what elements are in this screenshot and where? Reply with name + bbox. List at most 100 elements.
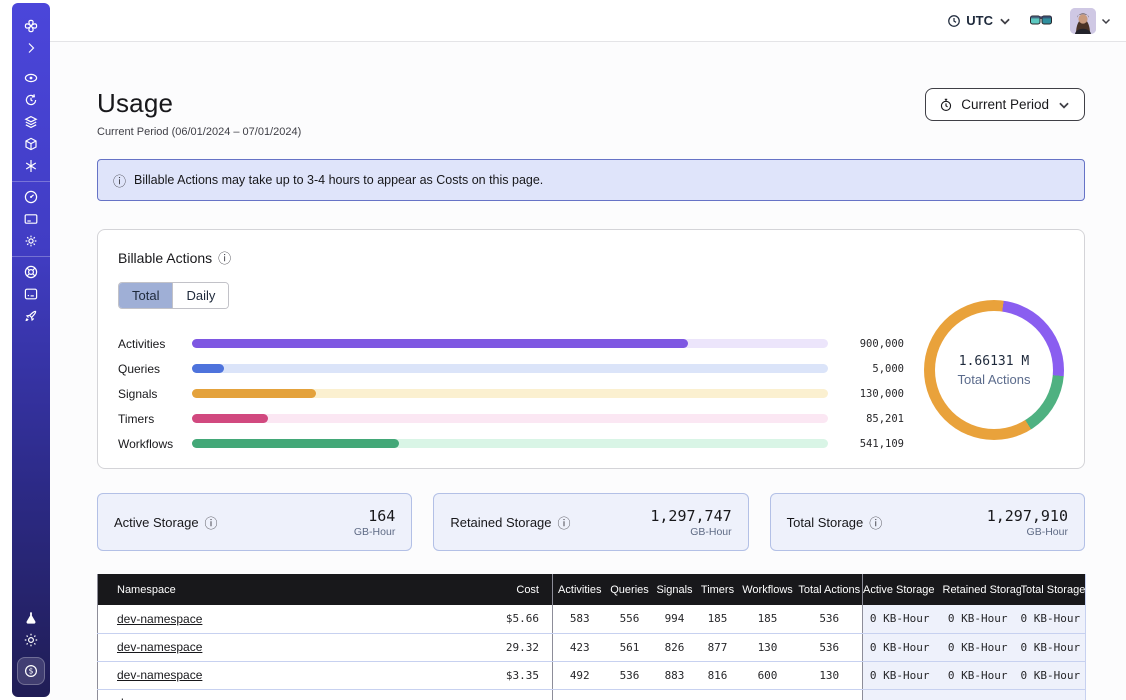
bar-value: 900,000	[840, 338, 904, 350]
storage-card-active-storage: Active Storageⓘ164GB-Hour	[97, 493, 412, 551]
terminal-icon	[23, 286, 39, 302]
cell-active-storage: 0 KB-Hour	[863, 605, 943, 633]
namespace-cell: dev-namespace	[98, 689, 448, 700]
cell-timers	[697, 689, 739, 700]
nav-billing[interactable]	[16, 208, 46, 230]
nav-layers[interactable]	[16, 111, 46, 133]
rocket-icon	[23, 308, 39, 324]
timezone-selector[interactable]: UTC	[947, 13, 1012, 28]
namespace-link[interactable]: dev-namespace	[117, 612, 202, 626]
column-header-cost: Cost	[448, 574, 553, 605]
main-content: Usage Current Period (06/01/2024 – 07/01…	[50, 42, 1126, 700]
total-daily-toggle: Total Daily	[118, 282, 229, 309]
cell-active-storage: 0 KB-Hour	[863, 633, 943, 661]
cell-cost: $5.66	[448, 605, 553, 633]
cell-total-actions	[797, 689, 863, 700]
nav-nexus[interactable]	[16, 155, 46, 177]
top-bar: UTC	[50, 0, 1126, 42]
namespace-link[interactable]: dev-namespace	[117, 668, 202, 682]
nav-theme-toggle[interactable]	[16, 629, 46, 651]
total-actions-label: Total Actions	[958, 372, 1031, 387]
period-dropdown-label: Current Period	[961, 97, 1049, 112]
period-dropdown-button[interactable]: Current Period	[925, 88, 1085, 121]
storage-card-value: 1,297,747	[650, 507, 731, 525]
cell-cost	[448, 689, 553, 700]
nav-history[interactable]	[16, 89, 46, 111]
nav-getting-started[interactable]	[16, 305, 46, 327]
nav-labs[interactable]	[16, 607, 46, 629]
page-subtitle: Current Period (06/01/2024 – 07/01/2024)	[97, 126, 301, 138]
nav-docs[interactable]	[16, 283, 46, 305]
bar-label: Activities	[118, 337, 180, 351]
coin-icon: $	[23, 663, 39, 679]
nav-support[interactable]	[16, 261, 46, 283]
cell-total-actions: 536	[797, 605, 863, 633]
namespace-cell: dev-namespace	[98, 661, 448, 689]
storage-card-unit: GB-Hour	[650, 526, 731, 538]
cell-timers: 816	[697, 661, 739, 689]
layers-icon	[23, 114, 39, 130]
info-banner: ⓘ Billable Actions may take up to 3-4 ho…	[97, 159, 1085, 201]
storage-card-total-storage: Total Storageⓘ1,297,910GB-Hour	[770, 493, 1085, 551]
cell-retained-storage: 0 KB-Hour	[943, 633, 1021, 661]
bar-row-queries: Queries5,000	[118, 356, 904, 381]
nav-temporal-logo[interactable]	[16, 15, 46, 37]
namespace-link[interactable]: dev-namespace	[117, 640, 202, 654]
gear-icon	[23, 233, 39, 249]
cell-active-storage: 0 KB-Hour	[863, 661, 943, 689]
user-menu[interactable]	[1070, 8, 1112, 34]
bar-track	[192, 389, 828, 398]
info-icon[interactable]: ⓘ	[558, 513, 571, 532]
nav-namespaces[interactable]	[16, 67, 46, 89]
nav-deployments[interactable]	[16, 133, 46, 155]
glasses-icon	[1030, 14, 1052, 28]
nav-settings[interactable]	[16, 230, 46, 252]
cell-cost: $3.35	[448, 661, 553, 689]
bar-label: Timers	[118, 412, 180, 426]
cell-total-storage	[1021, 689, 1086, 700]
cell-activities: 492	[553, 661, 607, 689]
column-header-namespace: Namespace	[98, 574, 448, 605]
storage-card-value: 1,297,910	[987, 507, 1068, 525]
nav-usage[interactable]	[16, 186, 46, 208]
cell-timers: 185	[697, 605, 739, 633]
cell-total-actions: 130	[797, 661, 863, 689]
bar-value: 85,201	[840, 413, 904, 425]
table-row: dev-namespace29.324235618268771305360 KB…	[98, 633, 1086, 661]
column-header-retained-storage: Retained Storage	[943, 574, 1021, 605]
column-header-workflows: Workflows	[739, 574, 797, 605]
namespace-link[interactable]: dev-namespace	[117, 696, 202, 700]
cell-total-storage: 0 KB-Hour	[1021, 605, 1086, 633]
bar-value: 130,000	[840, 388, 904, 400]
billable-actions-title: Billable Actions	[118, 250, 212, 266]
info-icon: ⓘ	[113, 171, 126, 190]
cell-queries: 561	[607, 633, 653, 661]
stopwatch-icon	[939, 98, 953, 112]
cell-workflows: 600	[739, 661, 797, 689]
column-header-active-storage: Active Storage	[863, 574, 943, 605]
info-icon[interactable]: ⓘ	[869, 513, 882, 532]
bar-track	[192, 414, 828, 423]
temporal-logo-icon	[23, 18, 39, 34]
gauge-icon	[23, 189, 39, 205]
chevron-down-icon	[1057, 98, 1071, 112]
info-icon[interactable]: ⓘ	[205, 513, 218, 532]
cell-total-actions: 536	[797, 633, 863, 661]
clock-icon	[947, 14, 961, 28]
chevron-down-icon	[998, 14, 1012, 28]
tab-daily[interactable]: Daily	[172, 283, 228, 308]
feedback-glasses-button[interactable]	[1030, 14, 1052, 28]
info-icon[interactable]: ⓘ	[218, 248, 231, 267]
namespace-usage-table: NamespaceCostActivitiesQueriesSignalsTim…	[97, 574, 1086, 700]
bar-track	[192, 439, 828, 448]
cell-retained-storage	[943, 689, 1021, 700]
info-banner-text: Billable Actions may take up to 3-4 hour…	[134, 173, 543, 187]
tab-total[interactable]: Total	[119, 283, 172, 308]
nav-pricing[interactable]: $	[17, 657, 45, 685]
eye-icon	[23, 70, 39, 86]
cell-activities: 423	[553, 633, 607, 661]
billable-actions-card: Billable Actions ⓘ Total Daily Activitie…	[97, 229, 1085, 469]
cell-activities: 583	[553, 605, 607, 633]
nav-expand-nav[interactable]	[16, 37, 46, 59]
left-nav-rail: $	[12, 3, 50, 697]
